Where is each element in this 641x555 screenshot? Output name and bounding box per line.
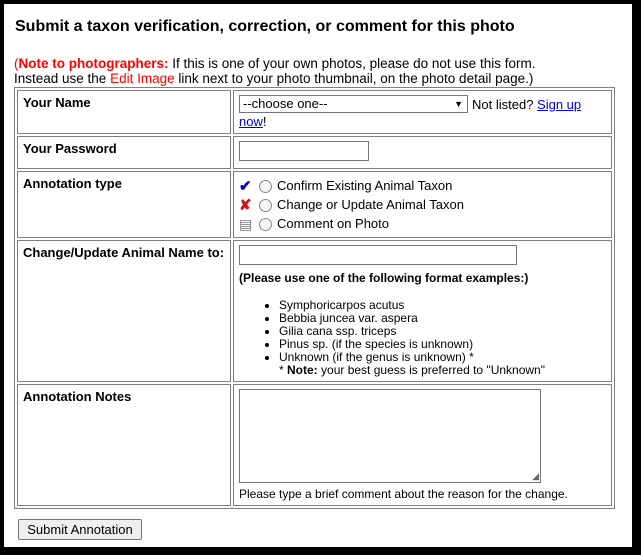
your-name-select[interactable]: --choose one-- ▼ — [239, 95, 468, 113]
document-icon: ▤ — [239, 216, 253, 233]
checkmark-icon: ✔ — [239, 178, 252, 196]
radio-change[interactable] — [259, 199, 272, 213]
password-input[interactable] — [239, 141, 369, 162]
resize-grip-icon[interactable]: ◢ — [532, 471, 539, 482]
best-guess-text: your best guess is preferred to "Unknown… — [317, 363, 545, 378]
your-name-cell: --choose one-- ▼ Not listed? Sign up now! — [233, 90, 612, 135]
submit-annotation-button[interactable]: Submit Annotation — [18, 519, 142, 540]
note-line-2-pre: Instead use the — [14, 71, 111, 86]
your-password-cell — [233, 136, 612, 170]
option-confirm: ✔ Confirm Existing Animal Taxon — [239, 176, 606, 195]
change-name-row: Change/Update Animal Name to: (Please us… — [17, 240, 612, 383]
your-password-row: Your Password — [17, 136, 612, 170]
radio-confirm[interactable] — [259, 180, 272, 194]
annotation-notes-help: Please type a brief comment about the re… — [239, 487, 568, 502]
your-name-row: Your Name --choose one-- ▼ Not listed? Sig… — [17, 90, 612, 135]
best-guess-note: * Note: your best guess is preferred to … — [279, 364, 606, 377]
new-taxon-input[interactable] — [239, 245, 517, 266]
change-name-label: Change/Update Animal Name to: — [17, 240, 231, 383]
annotation-notes-row: Annotation Notes ◢ Please type a brief c… — [17, 384, 612, 507]
annotation-type-cell: ✔ Confirm Existing Animal Taxon ✘ Change o… — [233, 171, 612, 239]
your-password-label: Your Password — [17, 136, 231, 170]
annotation-notes-label: Annotation Notes — [17, 384, 231, 507]
annotation-type-row: Annotation type ✔ Confirm Existing Animal… — [17, 171, 612, 239]
option-confirm-label: Confirm Existing Animal Taxon — [277, 178, 453, 194]
photographer-note: (Note to photographers: If this is one o… — [14, 56, 535, 86]
your-name-select-value: --choose one-- — [243, 96, 328, 111]
dropdown-arrow-icon: ▼ — [454, 99, 463, 109]
change-name-cell: (Please use one of the following format … — [233, 240, 612, 383]
radio-comment[interactable] — [259, 218, 272, 232]
note-label: Note to photographers: — [18, 56, 169, 71]
annotation-notes-textarea[interactable]: ◢ — [239, 389, 541, 484]
page-frame: Submit a taxon verification, correction,… — [4, 4, 632, 547]
sign-up-exclaim: ! — [262, 114, 267, 130]
annotation-form-table: Your Name --choose one-- ▼ Not listed? Sig… — [14, 87, 615, 510]
page-title: Submit a taxon verification, correction,… — [15, 18, 515, 35]
red-x-icon: ✘ — [239, 197, 252, 215]
note-line-1: If this is one of your own photos, pleas… — [168, 56, 536, 71]
annotation-type-label: Annotation type — [17, 171, 231, 239]
best-guess-bold: Note: — [287, 363, 318, 378]
option-change-label: Change or Update Animal Taxon — [277, 197, 464, 213]
best-guess-prefix: * — [279, 363, 288, 378]
edit-image-link[interactable]: Edit Image — [110, 71, 175, 86]
option-change: ✘ Change or Update Animal Taxon — [239, 195, 606, 214]
format-examples-list: Symphoricarpos acutus Bebbia juncea var.… — [239, 299, 606, 364]
not-listed-label: Not listed? — [472, 96, 538, 112]
option-comment-label: Comment on Photo — [277, 216, 390, 232]
note-line-2-post: link next to your photo thumbnail, on th… — [174, 71, 534, 86]
annotation-notes-cell: ◢ Please type a brief comment about the … — [233, 384, 612, 507]
option-comment: ▤ Comment on Photo — [239, 214, 606, 233]
format-examples-heading: (Please use one of the following format … — [239, 271, 529, 286]
your-name-label: Your Name — [17, 90, 231, 135]
